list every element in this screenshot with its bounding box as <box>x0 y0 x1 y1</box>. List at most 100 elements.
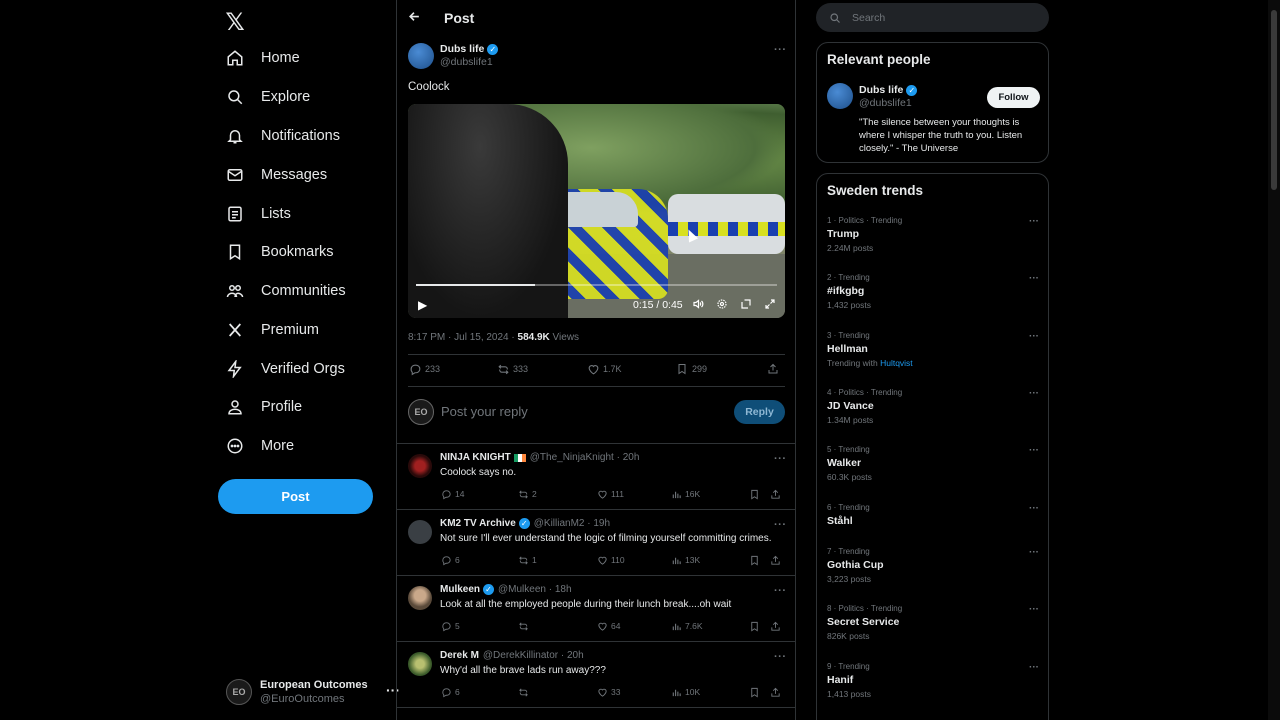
share-action[interactable] <box>769 620 784 632</box>
bookmark-action[interactable] <box>748 488 763 500</box>
repost-action[interactable]: 333 <box>496 362 528 376</box>
video-progress-bar[interactable] <box>416 284 777 286</box>
reply-item[interactable]: NINJA KNIGHT @The_NinjaKnight · 20h ··· … <box>397 443 795 509</box>
reply-action[interactable]: 6 <box>440 554 460 566</box>
page-scrollbar[interactable] <box>1268 0 1280 720</box>
reply-action[interactable]: 14 <box>440 488 464 500</box>
repost-action[interactable]: 2 <box>517 488 537 500</box>
reply-item[interactable]: KM2 TV Archive ✓ @KillianM2 · 19h ··· No… <box>397 509 795 575</box>
author-name[interactable]: Dubs life <box>440 43 484 56</box>
trend-item[interactable]: 7 · Trending Gothia Cup 3,223 posts ··· <box>827 547 1039 584</box>
avatar[interactable] <box>408 520 432 544</box>
trend-item[interactable]: 3 · Trending Hellman Trending with Hultq… <box>827 331 1039 368</box>
views-action[interactable]: 7.6K <box>670 620 703 632</box>
like-action[interactable]: 33 <box>596 686 620 698</box>
like-action[interactable]: 110 <box>596 554 625 566</box>
volume-icon[interactable] <box>691 298 705 313</box>
person-name[interactable]: Dubs life <box>859 84 903 97</box>
trend-item[interactable]: 2 · Trending #ifkgbg 1,432 posts ··· <box>827 273 1039 310</box>
reply-button[interactable]: Reply <box>734 400 785 424</box>
more-dots-icon[interactable]: ··· <box>1029 388 1039 399</box>
repost-action[interactable] <box>517 686 532 698</box>
nav-lists[interactable]: Lists <box>224 199 291 229</box>
search-bar[interactable] <box>816 3 1049 32</box>
share-action[interactable] <box>769 686 784 698</box>
pip-icon[interactable] <box>739 298 753 313</box>
reply-author[interactable]: KM2 TV Archive <box>440 518 516 529</box>
more-dots-icon[interactable]: ··· <box>774 651 787 663</box>
search-input[interactable] <box>852 11 1032 24</box>
x-logo-icon[interactable]: 𝕏 <box>224 8 246 37</box>
reply-item[interactable]: Mulkeen ✓ @Mulkeen · 18h ··· Look at all… <box>397 575 795 641</box>
share-action[interactable] <box>766 362 783 376</box>
trend-item[interactable]: 1 · Politics · Trending Trump 2.24M post… <box>827 216 1039 253</box>
reply-input[interactable]: Post your reply <box>441 404 528 419</box>
reply-author[interactable]: Mulkeen <box>440 584 480 595</box>
nav-notifications[interactable]: Notifications <box>224 121 340 151</box>
bookmark-action[interactable] <box>748 554 763 566</box>
post-author[interactable]: Dubs life ✓ @dubslife1 <box>408 43 499 69</box>
more-dots-icon[interactable]: ··· <box>774 44 787 56</box>
reply-handle[interactable]: @The_NinjaKnight · 20h <box>530 452 640 463</box>
reply-item[interactable]: Derek M @DerekKillinator · 20h ··· Why'd… <box>397 641 795 707</box>
share-action[interactable] <box>769 488 784 500</box>
avatar[interactable] <box>408 586 432 610</box>
reply-action[interactable]: 233 <box>408 362 440 376</box>
reply-handle[interactable]: @DerekKillinator · 20h <box>483 650 584 661</box>
back-arrow-icon[interactable] <box>408 10 422 26</box>
bookmark-action[interactable] <box>748 620 763 632</box>
avatar[interactable] <box>408 454 432 478</box>
more-dots-icon[interactable]: ··· <box>774 519 787 531</box>
reply-handle[interactable]: @Mulkeen · 18h <box>498 584 572 595</box>
reply-author[interactable]: NINJA KNIGHT <box>440 452 511 463</box>
trend-item[interactable]: 4 · Politics · Trending JD Vance 1.34M p… <box>827 388 1039 425</box>
views-action[interactable]: 10K <box>670 686 700 698</box>
bookmark-action[interactable] <box>748 686 763 698</box>
nav-more[interactable]: More <box>224 431 294 461</box>
follow-button[interactable]: Follow <box>987 87 1040 108</box>
fullscreen-icon[interactable] <box>763 298 777 313</box>
like-action[interactable]: 64 <box>596 620 620 632</box>
settings-gear-icon[interactable] <box>715 298 729 313</box>
more-dots-icon[interactable]: ··· <box>1029 216 1039 227</box>
nav-premium[interactable]: Premium <box>224 315 319 345</box>
nav-explore[interactable]: Explore <box>224 82 310 112</box>
person-handle[interactable]: @dubslife1 <box>859 97 917 110</box>
more-dots-icon[interactable]: ··· <box>1029 503 1039 514</box>
trend-item[interactable]: 5 · Trending Walker 60.3K posts ··· <box>827 445 1039 482</box>
scrollbar-thumb[interactable] <box>1271 10 1277 190</box>
trend-with-link[interactable]: Hultqvist <box>880 358 913 368</box>
reply-handle[interactable]: @KillianM2 · 19h <box>534 518 610 529</box>
post-timestamp[interactable]: 8:17 PM · Jul 15, 2024 · <box>408 332 518 343</box>
nav-bookmarks[interactable]: Bookmarks <box>224 237 334 267</box>
reply-author[interactable]: Derek M <box>440 650 479 661</box>
nav-messages[interactable]: Messages <box>224 160 327 190</box>
more-dots-icon[interactable]: ··· <box>774 453 787 465</box>
trend-item[interactable]: 8 · Politics · Trending Secret Service 8… <box>827 604 1039 641</box>
play-icon[interactable]: ▶ <box>418 298 427 312</box>
like-action[interactable]: 1.7K <box>586 362 622 376</box>
share-action[interactable] <box>769 554 784 566</box>
repost-action[interactable] <box>517 620 532 632</box>
like-action[interactable]: 111 <box>596 488 624 500</box>
views-action[interactable]: 16K <box>670 488 700 500</box>
nav-communities[interactable]: Communities <box>224 276 346 306</box>
more-dots-icon[interactable]: ··· <box>1029 604 1039 615</box>
trend-item[interactable]: 6 · Trending Ståhl ··· <box>827 503 1039 527</box>
more-dots-icon[interactable]: ··· <box>774 585 787 597</box>
avatar[interactable] <box>408 43 434 69</box>
trend-item[interactable]: 9 · Trending Hanif 1,413 posts ··· <box>827 662 1039 699</box>
nav-home[interactable]: Home <box>224 43 300 73</box>
nav-verified-orgs[interactable]: Verified Orgs <box>224 354 345 384</box>
avatar[interactable] <box>408 652 432 676</box>
bookmark-action[interactable]: 299 <box>675 362 707 376</box>
author-handle[interactable]: @dubslife1 <box>440 56 498 69</box>
reply-action[interactable]: 5 <box>440 620 460 632</box>
more-dots-icon[interactable]: ··· <box>1029 273 1039 284</box>
more-dots-icon[interactable]: ··· <box>1029 547 1039 558</box>
more-dots-icon[interactable]: ··· <box>1029 331 1039 342</box>
views-action[interactable]: 13K <box>670 554 700 566</box>
repost-action[interactable]: 1 <box>517 554 537 566</box>
post-button[interactable]: Post <box>218 479 373 514</box>
reply-action[interactable]: 6 <box>440 686 460 698</box>
